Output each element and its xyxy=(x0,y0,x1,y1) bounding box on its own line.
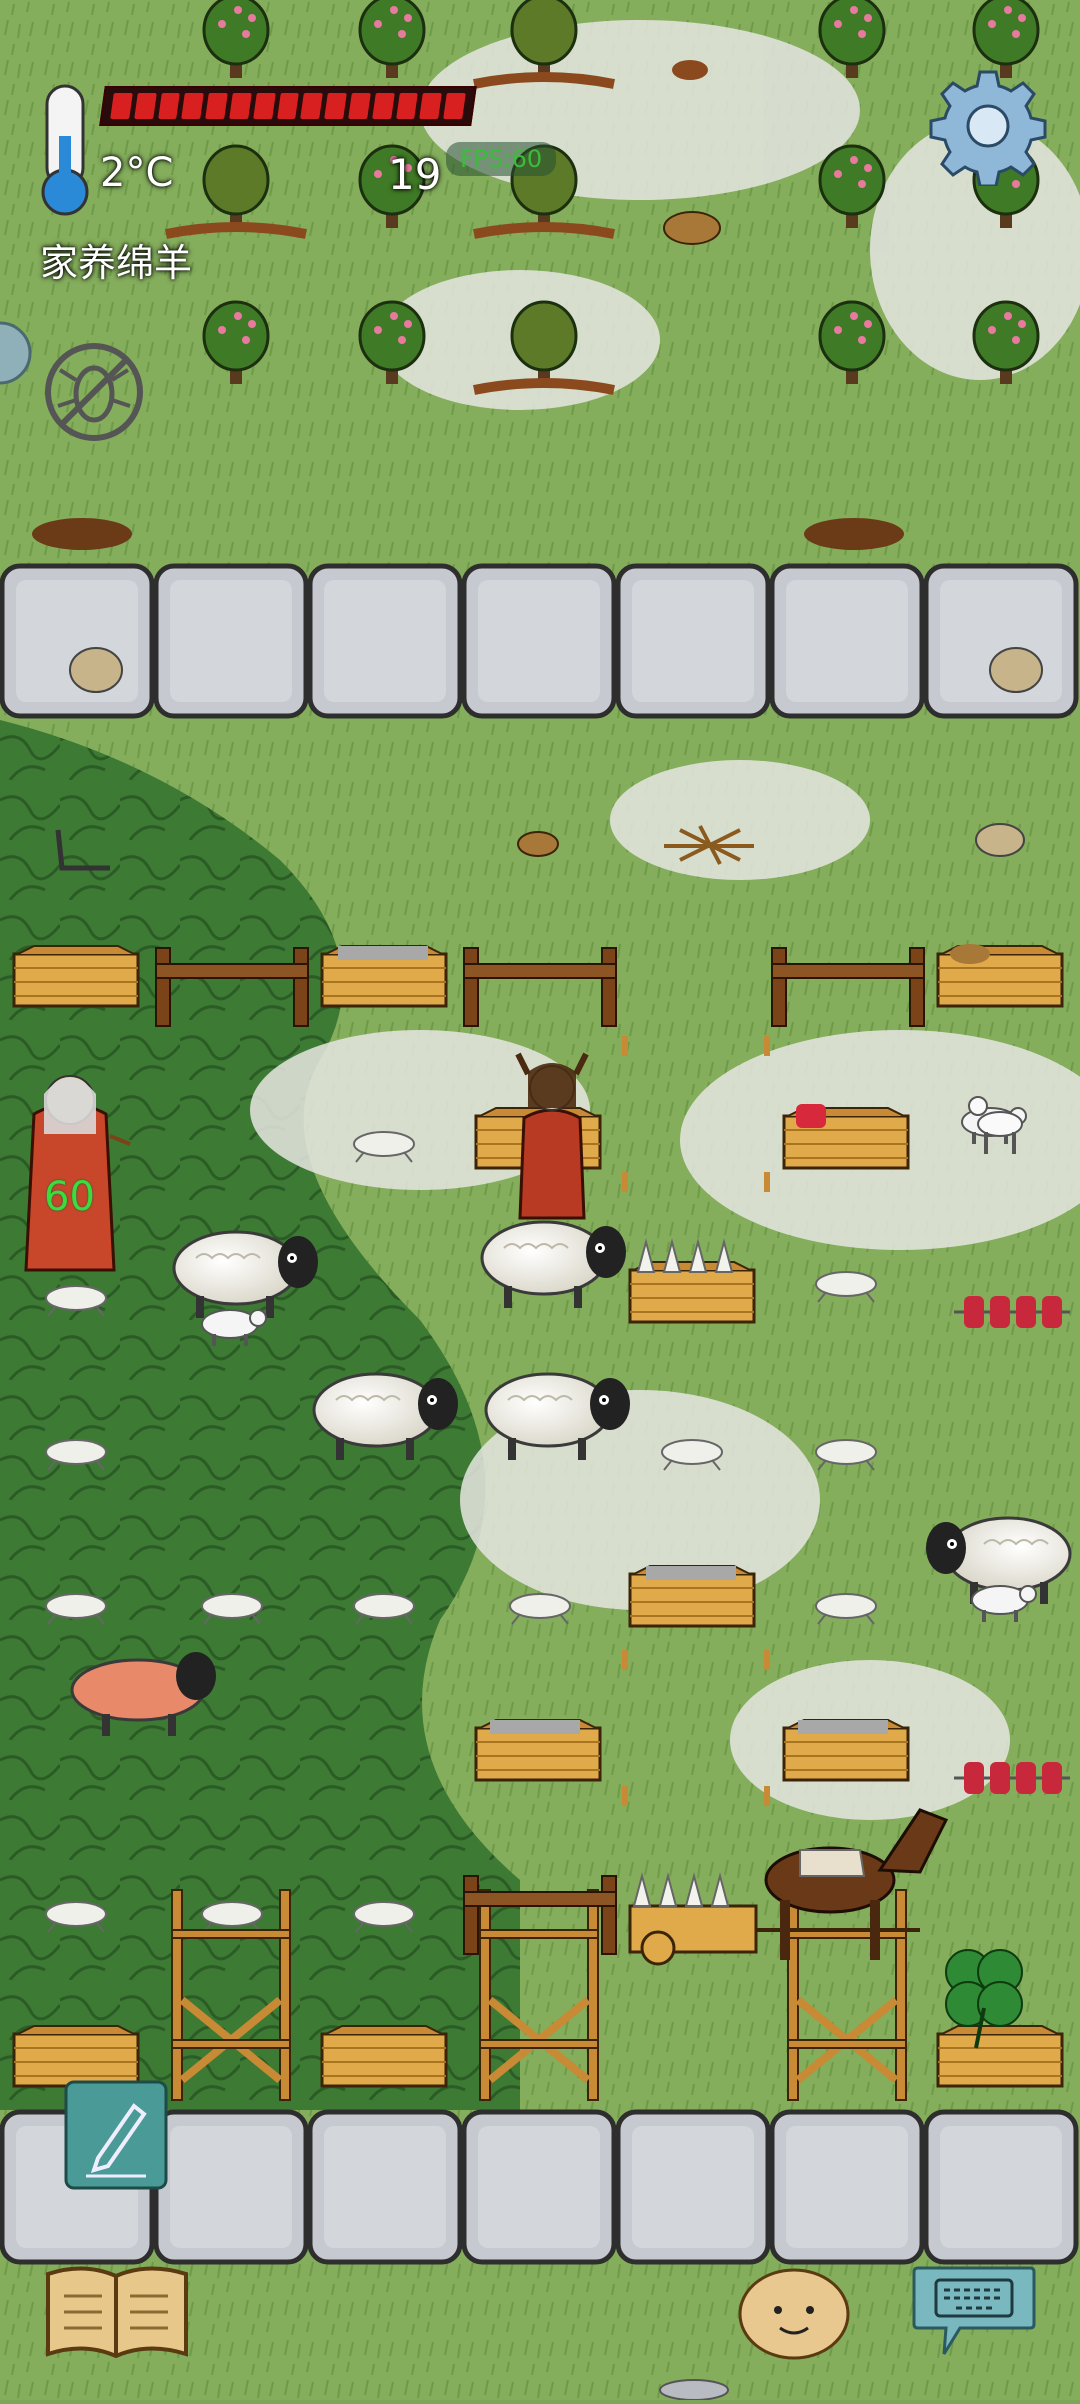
fps-counter: FPS:60 xyxy=(446,142,557,176)
health-segment xyxy=(395,93,419,119)
health-segment xyxy=(276,93,300,119)
health-segment xyxy=(324,93,347,119)
side-tab-icon[interactable] xyxy=(0,318,36,388)
health-segment xyxy=(181,93,205,119)
player-age-label: 60 xyxy=(44,1174,95,1220)
health-segment xyxy=(110,93,133,119)
stone-pile xyxy=(659,2379,729,2401)
health-segment xyxy=(205,93,228,119)
health-segment xyxy=(133,93,157,119)
health-segment xyxy=(371,93,395,119)
gear-icon[interactable] xyxy=(928,66,1048,188)
health-segment xyxy=(300,93,323,119)
open-book-icon[interactable] xyxy=(44,2262,190,2362)
game-world[interactable] xyxy=(0,0,1080,2401)
health-segment xyxy=(443,93,466,119)
health-segment xyxy=(252,93,276,119)
health-segment xyxy=(348,93,371,119)
potato-face-icon[interactable] xyxy=(736,2262,852,2362)
health-segment xyxy=(157,93,181,119)
thermometer-icon xyxy=(38,84,92,216)
no-bug-icon[interactable] xyxy=(42,340,146,444)
hover-object-label: 家养绵羊 xyxy=(40,241,193,285)
keyboard-speech-icon[interactable] xyxy=(910,2258,1038,2362)
temperature-readout: 2°C xyxy=(100,150,174,196)
health-bar xyxy=(99,86,477,126)
pencil-note-icon[interactable] xyxy=(64,2080,168,2190)
stone-wall-top xyxy=(2,566,1076,716)
health-segment xyxy=(229,93,252,119)
food-counter: 19 xyxy=(388,150,442,199)
health-segment xyxy=(419,93,442,119)
player-character[interactable] xyxy=(515,1052,589,1220)
